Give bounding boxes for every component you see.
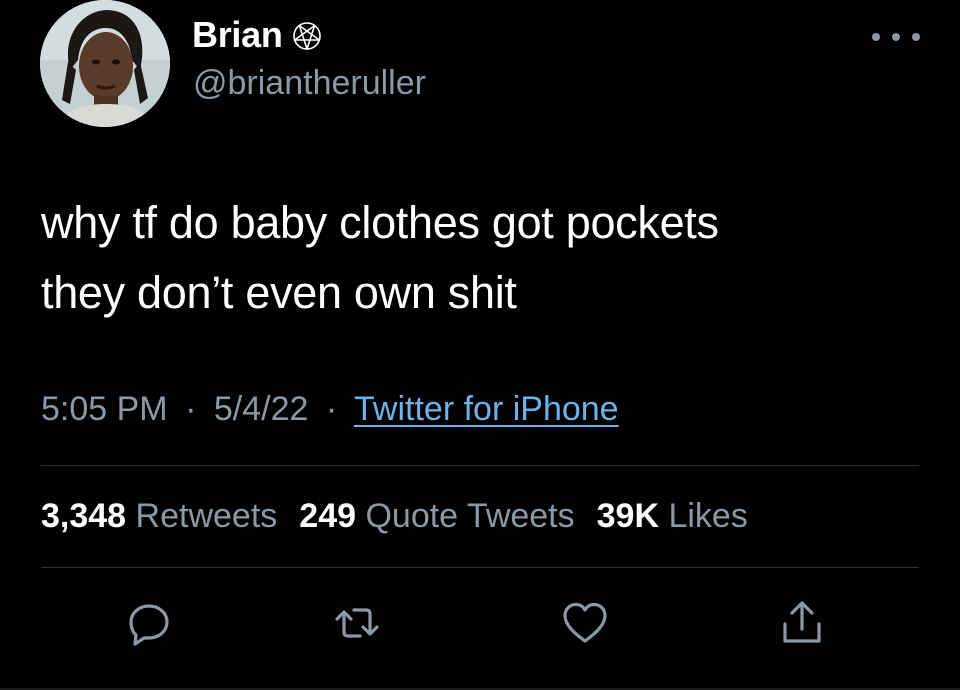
more-options-icon[interactable] xyxy=(872,22,920,52)
tweet-metadata: 5:05 PM · 5/4/22 · Twitter for iPhone xyxy=(41,390,619,429)
meta-separator: · xyxy=(185,390,197,428)
share-icon[interactable] xyxy=(777,598,827,648)
quote-tweets-label: Quote Tweets xyxy=(365,497,575,535)
retweets-count: 3,348 xyxy=(41,497,127,535)
tweet-source-link[interactable]: Twitter for iPhone xyxy=(354,390,619,428)
tweet-text-line: they don’t even own shit xyxy=(41,267,517,318)
like-icon[interactable] xyxy=(560,598,610,648)
tweet-text-line: why tf do baby clothes got pockets xyxy=(41,197,719,248)
quote-tweets-stat[interactable]: 249 Quote Tweets xyxy=(299,497,574,535)
tweet-text: why tf do baby clothes got pockets they … xyxy=(41,188,921,328)
retweets-label: Retweets xyxy=(135,497,278,535)
likes-count: 39K xyxy=(596,497,660,535)
likes-label: Likes xyxy=(668,497,748,535)
tweet-date[interactable]: 5/4/22 xyxy=(214,390,309,428)
tweet-detail: Brian @briantheruller why tf do baby clo… xyxy=(0,0,960,690)
pentagram-icon xyxy=(291,19,323,51)
retweet-icon[interactable] xyxy=(332,598,382,648)
engagement-stats: 3,348 Retweets 249 Quote Tweets 39K Likes xyxy=(41,497,748,536)
divider xyxy=(41,465,919,466)
more-dot xyxy=(892,33,900,41)
avatar[interactable] xyxy=(40,0,170,127)
author-display-name[interactable]: Brian xyxy=(192,14,323,56)
divider xyxy=(41,567,919,568)
profile-photo xyxy=(40,0,170,127)
meta-separator: · xyxy=(325,390,338,428)
tweet-time[interactable]: 5:05 PM xyxy=(41,390,168,428)
retweets-stat[interactable]: 3,348 Retweets xyxy=(41,497,277,535)
more-dot xyxy=(872,33,880,41)
quote-tweets-count: 249 xyxy=(299,497,357,535)
reply-icon[interactable] xyxy=(124,598,174,648)
more-dot xyxy=(912,33,920,41)
author-handle[interactable]: @briantheruller xyxy=(193,64,426,103)
likes-stat[interactable]: 39K Likes xyxy=(597,497,748,535)
author-name-text: Brian xyxy=(192,14,283,55)
